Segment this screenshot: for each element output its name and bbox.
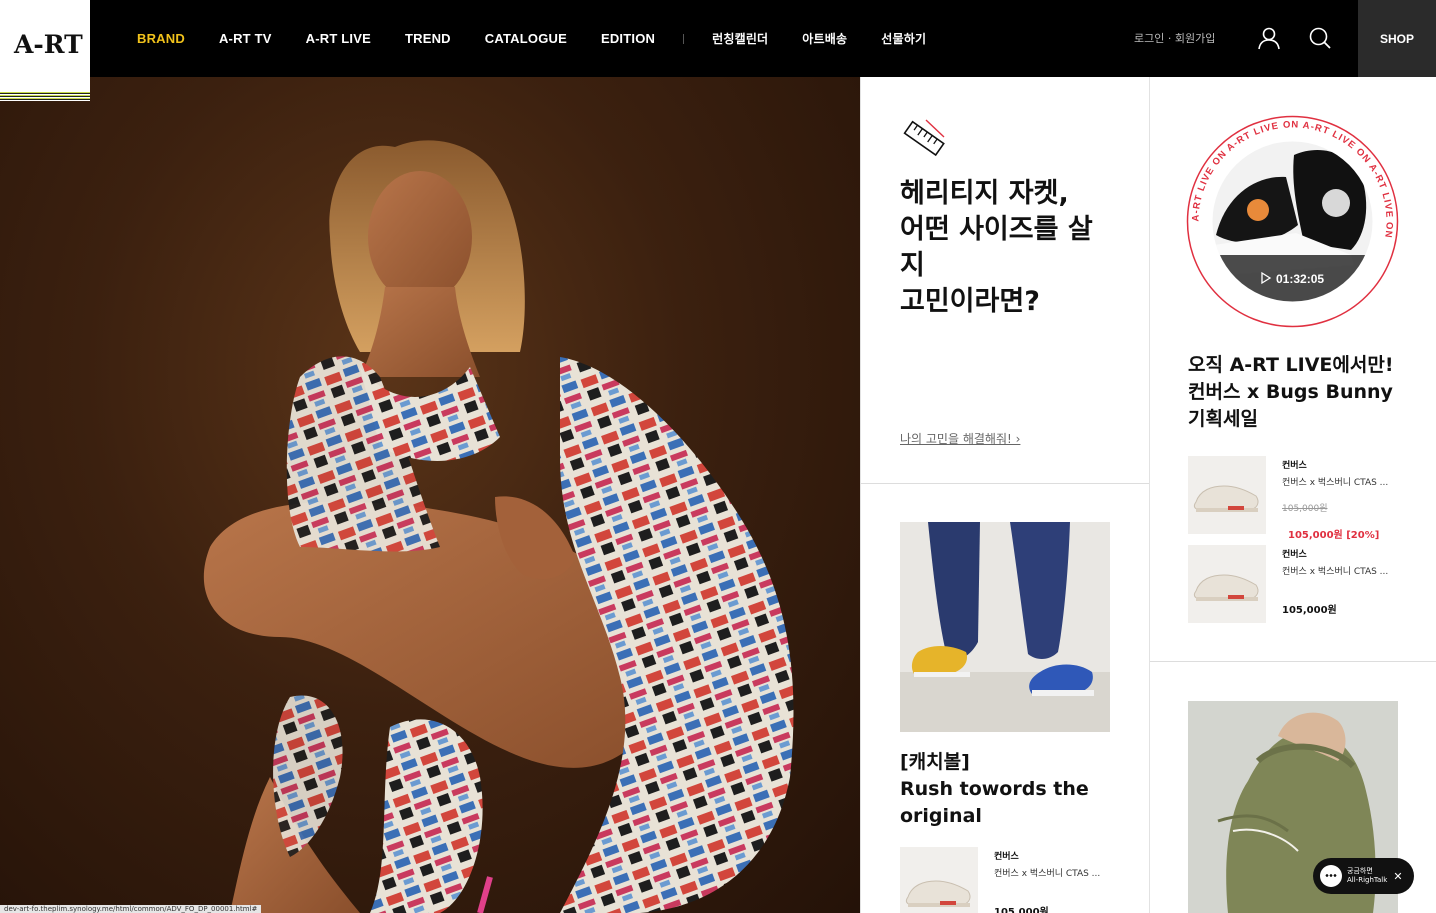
live-product-card[interactable]: 컨버스 컨버스 x 벅스버니 CTAS ... 105,000원	[1188, 545, 1418, 625]
product-thumbnail	[1188, 456, 1266, 534]
product-price: 105,000원	[1282, 605, 1337, 616]
product-thumbnail	[900, 847, 978, 913]
product-card[interactable]: 컨버스 컨버스 x 벅스버니 CTAS ... 105,000원	[900, 847, 1120, 913]
top-nav-bar: BRAND A-RT TV A-RT LIVE TREND CATALOGUE …	[0, 0, 1436, 77]
catchball-headline[interactable]: [캐치볼] Rush towords the original	[900, 749, 1120, 830]
heritage-headline-line: 지	[900, 250, 925, 281]
main-nav: BRAND A-RT TV A-RT LIVE TREND CATALOGUE …	[137, 0, 960, 77]
product-thumbnail	[1188, 545, 1266, 623]
live-product-card[interactable]: 컨버스 컨버스 x 벅스버니 CTAS ... 105,000원 105,000…	[1188, 456, 1418, 541]
heritage-headline[interactable]: 헤리티지 자켓, 어떤 사이즈를 살 지 고민이라면?	[900, 176, 1110, 320]
chat-label-line: All-RighTalk	[1347, 876, 1388, 884]
catchball-headline-line: Rush towords the	[900, 778, 1089, 800]
nav-art-live[interactable]: A-RT LIVE	[306, 31, 371, 46]
sneaker-illustration	[905, 880, 971, 907]
divider	[1150, 661, 1436, 662]
product-name: 컨버스 x 벅스버니 CTAS ...	[1282, 478, 1389, 488]
catchball-headline-line: [캐치볼]	[900, 751, 970, 773]
heritage-solve-link[interactable]: 나의 고민을 해결해줘! ›	[900, 430, 1020, 447]
heritage-headline-line: 고민이라면?	[900, 286, 1040, 317]
product-brand: 컨버스	[1282, 550, 1307, 560]
live-headline-line: 컨버스 x Bugs Bunny	[1188, 381, 1393, 403]
heritage-headline-line: 헤리티지 자켓,	[900, 178, 1069, 209]
close-icon[interactable]: ✕	[1393, 870, 1402, 883]
nav-art-delivery[interactable]: 아트배송	[802, 30, 847, 47]
login-signup-link[interactable]: 로그인 · 회원가입	[1134, 30, 1215, 46]
live-timer: 01:32:05	[1276, 272, 1324, 286]
logo-text: A-RT	[14, 30, 83, 59]
product-original-price: 105,000원	[1282, 504, 1328, 514]
nav-catalogue[interactable]: CATALOGUE	[485, 31, 567, 46]
chat-bubble-icon	[1320, 865, 1342, 887]
live-circle-graphic: A-RT LIVE ON A-RT LIVE ON A-RT LIVE ON A…	[1186, 115, 1399, 328]
sneaker-illustration	[1193, 485, 1259, 512]
live-headline-line: 기획세일	[1188, 408, 1258, 430]
nav-trend[interactable]: TREND	[405, 31, 451, 46]
chat-label: 궁금하면 All-RighTalk	[1347, 867, 1387, 885]
chat-label-line: 궁금하면	[1347, 867, 1373, 875]
product-sale-price: 105,000원 [20%]	[1288, 530, 1380, 541]
heritage-headline-line: 어떤 사이즈를 살	[900, 214, 1093, 245]
product-brand: 컨버스	[1282, 461, 1307, 471]
product-price: 105,000원	[994, 907, 1049, 913]
nav-gift[interactable]: 선물하기	[881, 30, 926, 47]
product-name: 컨버스 x 벅스버니 CTAS ...	[994, 869, 1101, 879]
product-brand: 컨버스	[994, 852, 1019, 862]
nav-edition[interactable]: EDITION	[601, 31, 655, 46]
logo[interactable]: A-RT	[0, 0, 90, 101]
product-name: 컨버스 x 벅스버니 CTAS ...	[1282, 567, 1389, 577]
hero-banner-image[interactable]: dev-art-fo.theplim.synology.me/html/comm…	[0, 77, 860, 913]
chat-widget-button[interactable]: 궁금하면 All-RighTalk ✕	[1313, 858, 1414, 894]
nav-brand[interactable]: BRAND	[137, 31, 185, 46]
hero-figure-illustration	[203, 140, 794, 913]
search-icon[interactable]	[1307, 25, 1333, 51]
sneaker-illustration	[1193, 574, 1259, 601]
live-headline[interactable]: 오직 A-RT LIVE에서만! 컨버스 x Bugs Bunny 기획세일	[1188, 352, 1418, 433]
ruler-icon	[903, 119, 945, 157]
live-headline-line: 오직 A-RT LIVE에서만!	[1188, 354, 1394, 376]
status-bar-url: dev-art-fo.theplim.synology.me/html/comm…	[0, 905, 262, 913]
shop-button[interactable]: SHOP	[1358, 0, 1436, 77]
catchball-photo[interactable]	[900, 522, 1110, 732]
live-broadcast-badge[interactable]: A-RT LIVE ON A-RT LIVE ON A-RT LIVE ON A…	[1186, 115, 1399, 328]
nav-art-tv[interactable]: A-RT TV	[219, 31, 272, 46]
catchball-headline-line: original	[900, 805, 982, 827]
walking-legs-illustration	[900, 522, 1110, 732]
divider	[861, 483, 1149, 484]
logo-stripes	[0, 92, 90, 101]
user-icon[interactable]	[1256, 25, 1282, 51]
nav-launch-calendar[interactable]: 런칭캘린더	[712, 30, 768, 47]
nav-divider	[683, 33, 685, 44]
